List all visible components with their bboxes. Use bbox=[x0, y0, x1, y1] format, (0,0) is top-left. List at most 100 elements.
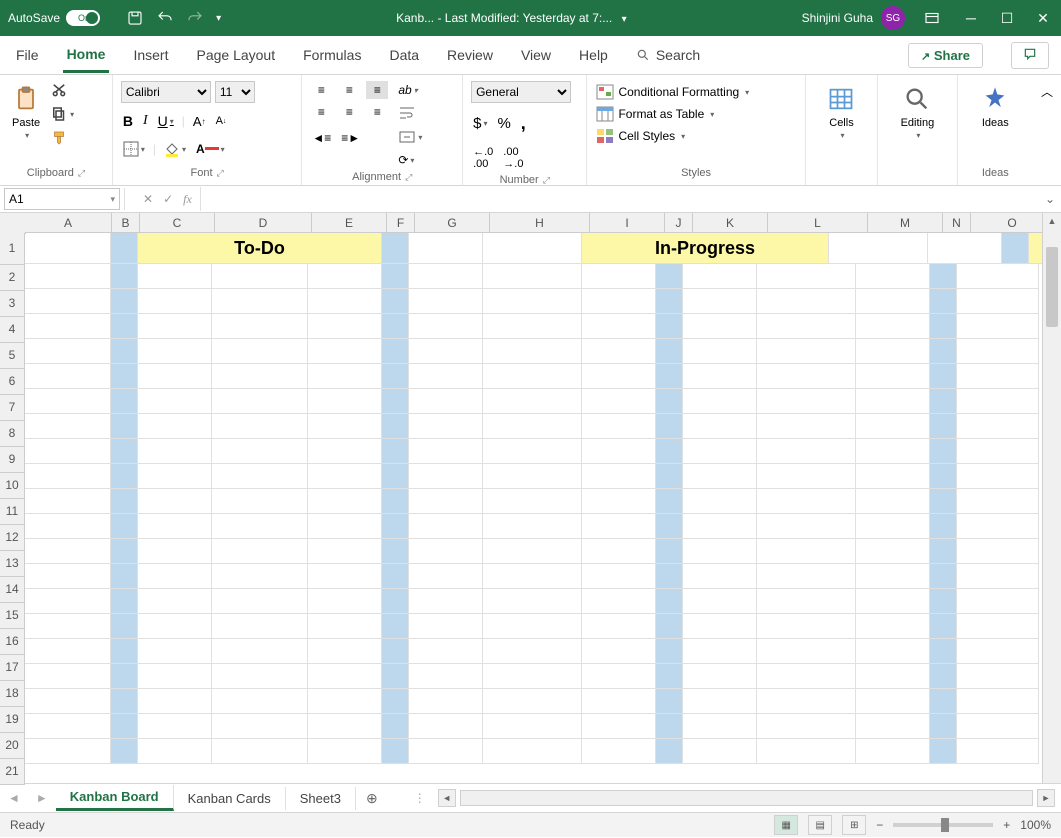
cell-G17[interactable] bbox=[409, 639, 483, 664]
cell-I3[interactable] bbox=[582, 289, 656, 314]
cell-B1[interactable] bbox=[111, 233, 138, 264]
font-launcher[interactable]: ⤢ bbox=[217, 168, 224, 179]
cell-F15[interactable] bbox=[382, 589, 409, 614]
fill-color-button[interactable]: ▾ bbox=[162, 139, 188, 159]
zoom-out-button[interactable]: − bbox=[876, 818, 883, 832]
cell-C10[interactable] bbox=[138, 464, 212, 489]
font-name-select[interactable]: Calibri bbox=[121, 81, 211, 103]
cell-I13[interactable] bbox=[582, 539, 656, 564]
cell-K8[interactable] bbox=[683, 414, 757, 439]
cell-D5[interactable] bbox=[212, 339, 308, 364]
view-normal-button[interactable]: ▦ bbox=[774, 815, 798, 835]
cell-D19[interactable] bbox=[212, 689, 308, 714]
cell-O8[interactable] bbox=[957, 414, 1039, 439]
cell-C18[interactable] bbox=[138, 664, 212, 689]
cell-J13[interactable] bbox=[656, 539, 683, 564]
cell-B7[interactable] bbox=[111, 389, 138, 414]
tab-data[interactable]: Data bbox=[385, 39, 423, 71]
cell-H1[interactable] bbox=[483, 233, 582, 264]
qat-dropdown[interactable]: ▾ bbox=[216, 13, 221, 24]
row-header-19[interactable]: 19 bbox=[0, 707, 25, 733]
cell-C9[interactable] bbox=[138, 439, 212, 464]
cell-A17[interactable] bbox=[25, 639, 111, 664]
cell-O2[interactable] bbox=[957, 264, 1039, 289]
cell-G12[interactable] bbox=[409, 514, 483, 539]
cell-D17[interactable] bbox=[212, 639, 308, 664]
cell-N16[interactable] bbox=[930, 614, 957, 639]
tab-review[interactable]: Review bbox=[443, 39, 497, 71]
cell-O6[interactable] bbox=[957, 364, 1039, 389]
cell-G19[interactable] bbox=[409, 689, 483, 714]
cell-M20[interactable] bbox=[856, 714, 930, 739]
conditional-formatting-button[interactable]: Conditional Formatting▾ bbox=[595, 83, 796, 101]
cell-G2[interactable] bbox=[409, 264, 483, 289]
cell-M13[interactable] bbox=[856, 539, 930, 564]
cell-L8[interactable] bbox=[757, 414, 856, 439]
collapse-ribbon-button[interactable]: ︿ bbox=[1033, 75, 1061, 185]
cell-A9[interactable] bbox=[25, 439, 111, 464]
tab-formulas[interactable]: Formulas bbox=[299, 39, 365, 71]
name-box-dropdown[interactable]: ▾ bbox=[110, 194, 115, 205]
cell-G8[interactable] bbox=[409, 414, 483, 439]
cell-F21[interactable] bbox=[382, 739, 409, 764]
cell-L18[interactable] bbox=[757, 664, 856, 689]
cell-I12[interactable] bbox=[582, 514, 656, 539]
cell-L5[interactable] bbox=[757, 339, 856, 364]
col-header-D[interactable]: D bbox=[215, 213, 312, 233]
row-header-10[interactable]: 10 bbox=[0, 473, 25, 499]
cell-N5[interactable] bbox=[930, 339, 957, 364]
cell-I17[interactable] bbox=[582, 639, 656, 664]
cell-I2[interactable] bbox=[582, 264, 656, 289]
cell-I19[interactable] bbox=[582, 689, 656, 714]
cell-E10[interactable] bbox=[308, 464, 382, 489]
row-header-17[interactable]: 17 bbox=[0, 655, 25, 681]
cell-H10[interactable] bbox=[483, 464, 582, 489]
increase-font-button[interactable]: A↑ bbox=[191, 112, 208, 131]
cell-H21[interactable] bbox=[483, 739, 582, 764]
row-header-14[interactable]: 14 bbox=[0, 577, 25, 603]
cell-J10[interactable] bbox=[656, 464, 683, 489]
cell-N4[interactable] bbox=[930, 314, 957, 339]
cell-I10[interactable] bbox=[582, 464, 656, 489]
hscroll-left[interactable]: ◄ bbox=[438, 789, 456, 807]
row-header-8[interactable]: 8 bbox=[0, 421, 25, 447]
decrease-indent-button[interactable]: ◄≡ bbox=[310, 129, 333, 147]
window-minimize[interactable]: ─ bbox=[961, 10, 981, 27]
underline-button[interactable]: U▾ bbox=[156, 111, 176, 131]
cell-J20[interactable] bbox=[656, 714, 683, 739]
cell-D6[interactable] bbox=[212, 364, 308, 389]
col-header-J[interactable]: J bbox=[665, 213, 693, 233]
cell-C15[interactable] bbox=[138, 589, 212, 614]
cell-K4[interactable] bbox=[683, 314, 757, 339]
row-header-12[interactable]: 12 bbox=[0, 525, 25, 551]
cell-K11[interactable] bbox=[683, 489, 757, 514]
cell-E11[interactable] bbox=[308, 489, 382, 514]
cell-C11[interactable] bbox=[138, 489, 212, 514]
cell-A5[interactable] bbox=[25, 339, 111, 364]
cell-J9[interactable] bbox=[656, 439, 683, 464]
cell-H5[interactable] bbox=[483, 339, 582, 364]
zoom-in-button[interactable]: + bbox=[1003, 818, 1010, 832]
cell-B3[interactable] bbox=[111, 289, 138, 314]
cell-F2[interactable] bbox=[382, 264, 409, 289]
align-center-button[interactable]: ≡ bbox=[338, 103, 360, 121]
clipboard-launcher[interactable]: ⤢ bbox=[78, 168, 85, 179]
cell-K15[interactable] bbox=[683, 589, 757, 614]
cell-M3[interactable] bbox=[856, 289, 930, 314]
cell-A19[interactable] bbox=[25, 689, 111, 714]
align-top-button[interactable]: ≡ bbox=[310, 81, 332, 99]
col-header-G[interactable]: G bbox=[415, 213, 490, 233]
horizontal-scrollbar[interactable] bbox=[460, 790, 1033, 806]
cell-O14[interactable] bbox=[957, 564, 1039, 589]
share-button[interactable]: ↗ Share bbox=[908, 43, 983, 68]
increase-decimal-button[interactable]: ←.0.00 bbox=[471, 144, 495, 172]
cell-O11[interactable] bbox=[957, 489, 1039, 514]
cell-G18[interactable] bbox=[409, 664, 483, 689]
cell-I9[interactable] bbox=[582, 439, 656, 464]
cell-K12[interactable] bbox=[683, 514, 757, 539]
sheet-tab-2[interactable]: Kanban Cards bbox=[174, 787, 286, 810]
cell-H9[interactable] bbox=[483, 439, 582, 464]
cell-K6[interactable] bbox=[683, 364, 757, 389]
row-header-2[interactable]: 2 bbox=[0, 265, 25, 291]
cell-L20[interactable] bbox=[757, 714, 856, 739]
